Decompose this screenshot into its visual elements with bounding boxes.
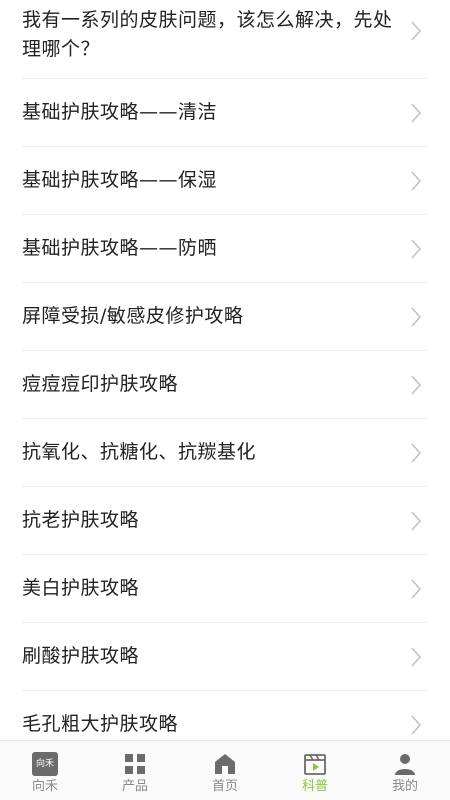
article-list: 我有一系列的皮肤问题，该怎么解决，先处理哪个？ 基础护肤攻略——清洁 基础护肤攻… — [0, 0, 450, 759]
chevron-right-icon — [411, 21, 422, 41]
chevron-right-icon — [411, 238, 422, 259]
tab-label: 向禾 — [31, 779, 58, 794]
tab-label: 产品 — [121, 779, 148, 794]
clapper-icon — [304, 754, 326, 775]
chevron-right-icon — [411, 102, 422, 123]
list-item-label: 基础护肤攻略——保湿 — [22, 169, 218, 191]
tab-label: 我的 — [391, 779, 418, 794]
tab-home[interactable]: 首页 — [180, 741, 270, 800]
list-item-label: 美白护肤攻略 — [22, 577, 140, 599]
list-item[interactable]: 刷酸护肤攻略 — [22, 623, 428, 691]
chevron-right-icon — [411, 306, 422, 327]
tab-science[interactable]: 科普 — [270, 741, 360, 800]
logo-text: 向禾 — [35, 759, 54, 769]
chevron-right-icon — [411, 170, 422, 191]
list-item[interactable]: 抗老护肤攻略 — [22, 487, 428, 555]
person-icon — [395, 754, 415, 775]
list-item-label: 基础护肤攻略——清洁 — [22, 101, 218, 123]
list-item[interactable]: 痘痘痘印护肤攻略 — [22, 351, 428, 419]
list-item[interactable]: 我有一系列的皮肤问题，该怎么解决，先处理哪个？ — [22, 0, 428, 79]
grid-icon — [125, 754, 145, 774]
screen: 我有一系列的皮肤问题，该怎么解决，先处理哪个？ 基础护肤攻略——清洁 基础护肤攻… — [0, 0, 450, 800]
list-item[interactable]: 抗氧化、抗糖化、抗羰基化 — [22, 419, 428, 487]
list-item[interactable]: 基础护肤攻略——保湿 — [22, 147, 428, 215]
chevron-right-icon — [411, 714, 422, 735]
list-item-label: 基础护肤攻略——防晒 — [22, 237, 218, 259]
home-icon — [215, 754, 235, 774]
list-item[interactable]: 美白护肤攻略 — [22, 555, 428, 623]
list-item-label: 痘痘痘印护肤攻略 — [22, 373, 179, 395]
tab-label: 科普 — [301, 779, 328, 794]
list-item[interactable]: 基础护肤攻略——防晒 — [22, 215, 428, 283]
list-item-label: 屏障受损/敏感皮修护攻略 — [22, 305, 244, 327]
tab-mine[interactable]: 我的 — [360, 741, 450, 800]
chevron-right-icon — [411, 578, 422, 599]
tab-xianghe[interactable]: 向禾 向禾 — [0, 741, 90, 800]
tab-products[interactable]: 产品 — [90, 741, 180, 800]
chevron-right-icon — [411, 646, 422, 667]
chevron-right-icon — [411, 510, 422, 531]
list-item-label: 抗氧化、抗糖化、抗羰基化 — [22, 441, 257, 463]
logo-icon: 向禾 — [32, 751, 58, 777]
list-item-label: 毛孔粗大护肤攻略 — [22, 713, 179, 735]
list-item-label: 刷酸护肤攻略 — [22, 645, 140, 667]
tab-label: 首页 — [211, 779, 238, 794]
chevron-right-icon — [411, 374, 422, 395]
list-item-label: 我有一系列的皮肤问题，该怎么解决，先处理哪个？ — [22, 9, 393, 60]
chevron-right-icon — [411, 442, 422, 463]
bottom-tab-bar: 向禾 向禾 产品 首页 科普 我的 — [0, 740, 450, 800]
list-item[interactable]: 基础护肤攻略——清洁 — [22, 79, 428, 147]
list-item-label: 抗老护肤攻略 — [22, 509, 140, 531]
list-item[interactable]: 屏障受损/敏感皮修护攻略 — [22, 283, 428, 351]
